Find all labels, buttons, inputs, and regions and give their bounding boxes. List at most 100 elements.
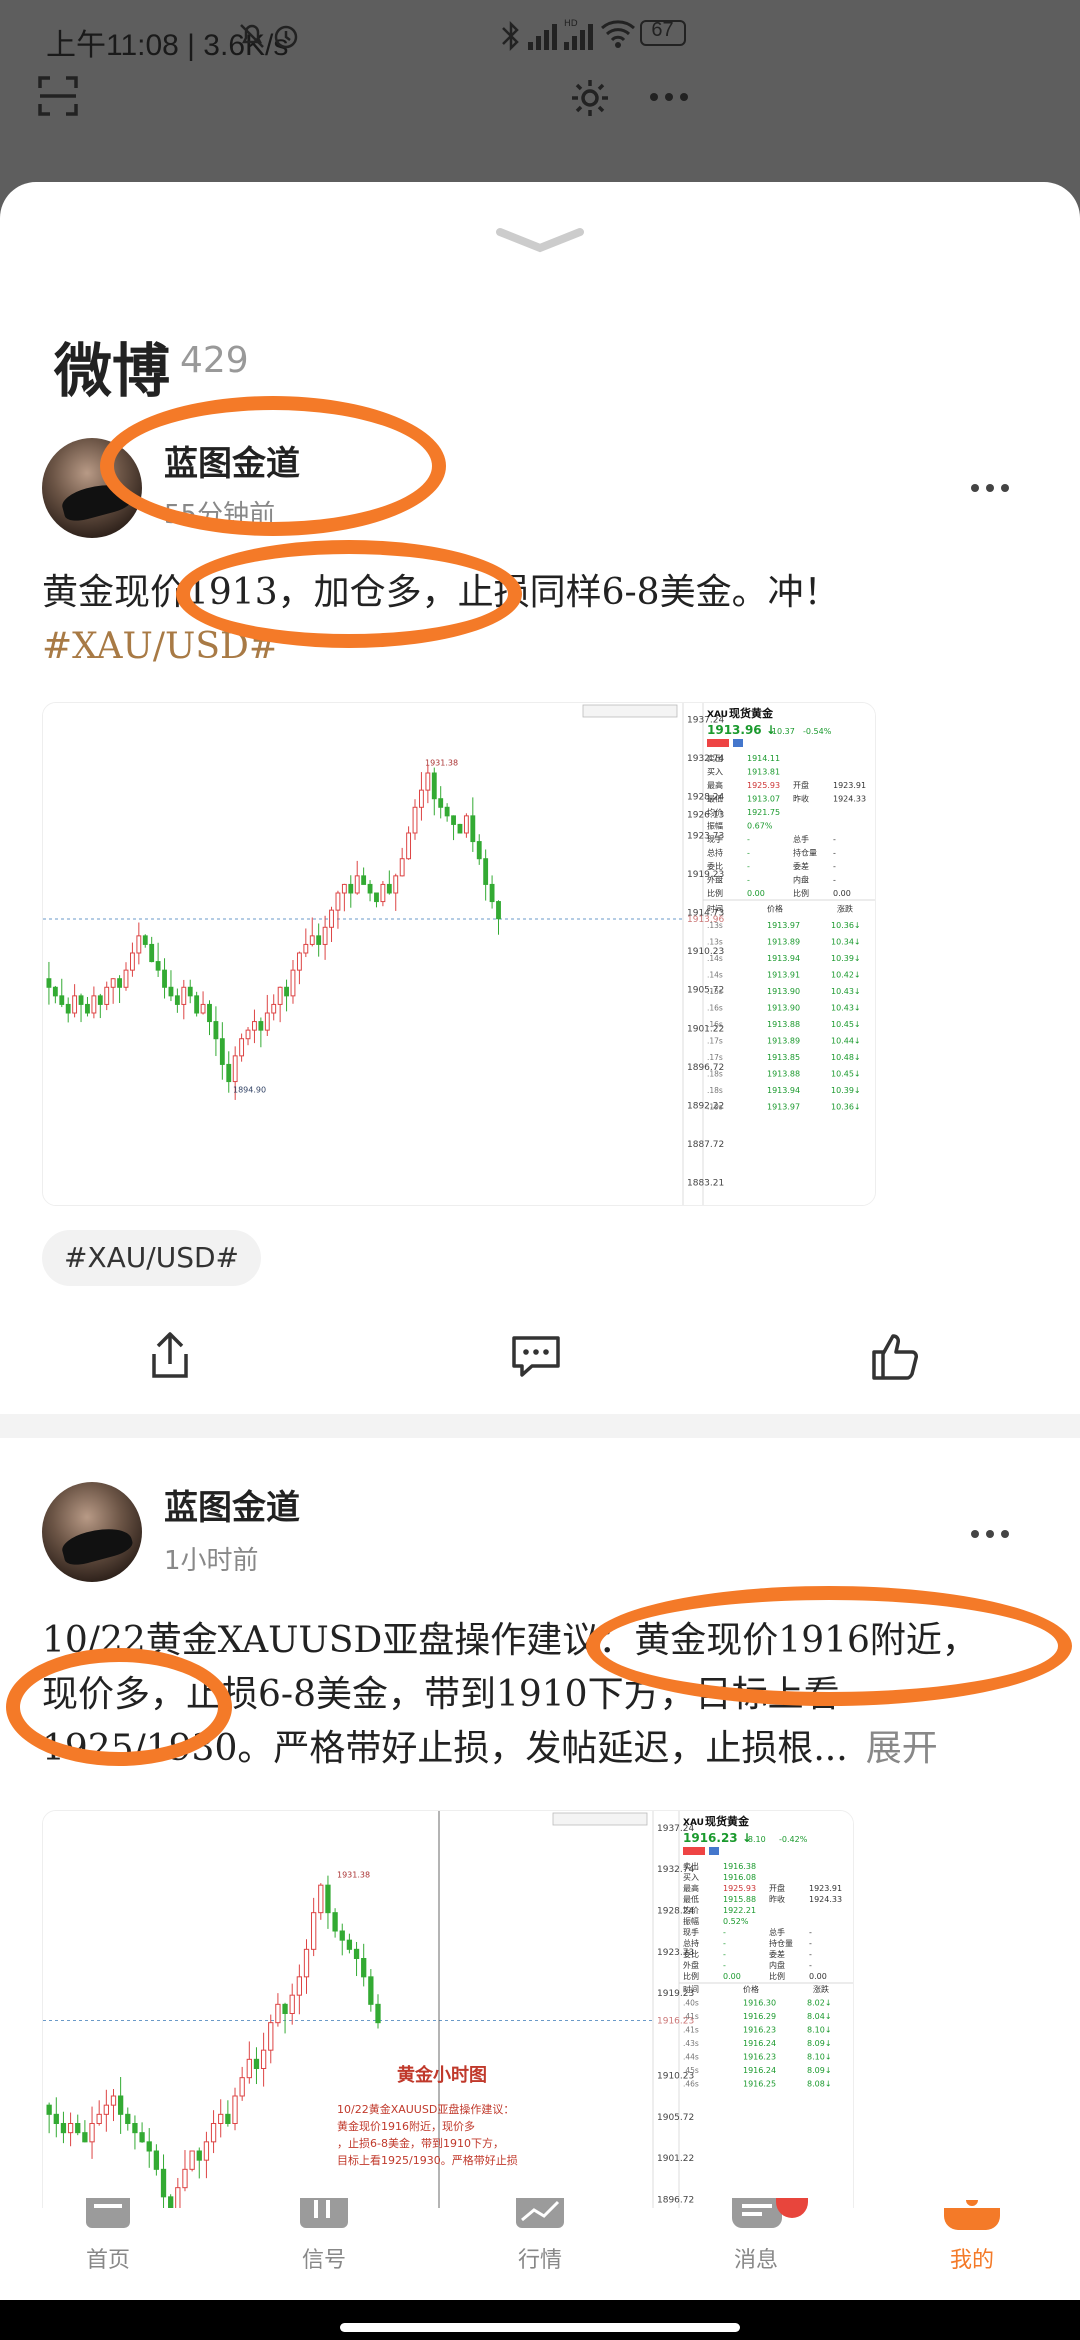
more-menu-icon[interactable] bbox=[648, 82, 690, 116]
candle-body bbox=[203, 2141, 210, 2161]
tick-change: 8.09↓ bbox=[807, 2066, 832, 2075]
tick-price: 1913.91 bbox=[767, 971, 800, 980]
price-change: -8.10 bbox=[745, 1835, 766, 1844]
post-chart-image[interactable]: 1937.24 1932.74 1928.24 1926.13 1923.73 1919.… bbox=[42, 702, 876, 1206]
collapse-chevron-icon[interactable] bbox=[490, 226, 590, 260]
share-button[interactable] bbox=[148, 1330, 192, 1382]
post-more-button[interactable] bbox=[970, 458, 1010, 504]
candle-body bbox=[160, 2168, 167, 2198]
quote-value: - bbox=[723, 1939, 726, 1948]
candle-body bbox=[368, 1976, 374, 2005]
tick-time: .13s bbox=[707, 921, 723, 930]
scan-icon[interactable] bbox=[38, 76, 78, 120]
author-avatar[interactable] bbox=[42, 1482, 142, 1582]
author-name[interactable]: 蓝图金道 bbox=[164, 1480, 300, 1529]
candle-body bbox=[153, 2150, 160, 2170]
tick-change: 8.02↓ bbox=[807, 1999, 832, 2008]
tick-price: 1916.24 bbox=[743, 2039, 776, 2048]
settings-gear-icon[interactable] bbox=[570, 78, 610, 122]
nav-home[interactable]: 首页 bbox=[48, 2198, 168, 2300]
quote-label: 现手 bbox=[707, 834, 723, 844]
post-more-button[interactable] bbox=[970, 1504, 1010, 1550]
candle-body bbox=[264, 1012, 270, 1031]
candle-body bbox=[82, 2132, 88, 2143]
nav-signal[interactable]: 信号 bbox=[264, 2198, 384, 2300]
candle-body bbox=[187, 986, 193, 997]
tick-time: .44s bbox=[683, 2053, 699, 2062]
annotation-circle bbox=[176, 540, 522, 648]
expand-link[interactable]: 展开 bbox=[866, 1728, 938, 1769]
message-icon bbox=[732, 2198, 782, 2228]
candle-body bbox=[496, 901, 501, 920]
tick-time: .16s bbox=[707, 1020, 723, 1029]
candle-body bbox=[438, 798, 444, 808]
candle-body bbox=[91, 995, 97, 1014]
candle-body bbox=[117, 2095, 124, 2115]
candle-body bbox=[290, 969, 296, 997]
annotation-circle bbox=[586, 1586, 1072, 1706]
candle-body bbox=[136, 935, 142, 954]
tick-price: 1913.94 bbox=[767, 1086, 800, 1095]
candle-body bbox=[316, 935, 322, 945]
tick-time: .14s bbox=[707, 954, 723, 963]
tick-price: 1913.88 bbox=[767, 1070, 800, 1079]
candle-body bbox=[289, 1994, 295, 2015]
post-chart-image[interactable]: 1937.24 1932.74 1928.24 1923.73 1919.23 1916.… bbox=[42, 1810, 854, 2230]
candle-body bbox=[483, 858, 489, 885]
candle-body bbox=[399, 858, 405, 877]
quote-value: - bbox=[809, 1928, 812, 1937]
quote-value: - bbox=[747, 849, 750, 858]
battery-icon: 67 bbox=[640, 19, 686, 46]
signal-strength-icon: HD bbox=[526, 18, 596, 58]
annotation-circle bbox=[6, 1648, 232, 1766]
candle-body bbox=[110, 978, 116, 988]
candle-body bbox=[200, 1003, 206, 1014]
tick-time: .13s bbox=[707, 938, 723, 947]
tick-time: .17s bbox=[707, 1037, 723, 1046]
quote-label: 卖出 bbox=[683, 1861, 699, 1871]
candle-body bbox=[406, 832, 412, 860]
candle-body bbox=[194, 995, 200, 1014]
candle-body bbox=[239, 1038, 245, 1057]
candle-body bbox=[457, 823, 463, 834]
candle-body bbox=[142, 935, 148, 945]
candle-body bbox=[168, 986, 174, 997]
quote-label: 外盘 bbox=[683, 1960, 699, 1970]
candle-body bbox=[444, 806, 450, 817]
mute-icon bbox=[236, 20, 268, 56]
comment-button[interactable] bbox=[510, 1332, 562, 1380]
home-indicator[interactable] bbox=[340, 2323, 740, 2332]
candle-body bbox=[318, 1884, 324, 1914]
tick-change: 10.48↓ bbox=[831, 1053, 861, 1062]
candle-body bbox=[117, 978, 123, 988]
nav-market[interactable]: 行情 bbox=[480, 2198, 600, 2300]
nav-profile[interactable]: 我的 bbox=[912, 2200, 1032, 2300]
quote-label: 持仓量 bbox=[793, 848, 817, 858]
quote-value: - bbox=[809, 1939, 812, 1948]
quote-label: 卖出 bbox=[707, 753, 723, 763]
candle-body bbox=[419, 789, 424, 808]
candle-body bbox=[329, 909, 334, 928]
quote-label: 均价 bbox=[707, 807, 723, 817]
annotation-circle bbox=[100, 396, 446, 536]
like-button[interactable] bbox=[870, 1330, 922, 1382]
candle-body bbox=[367, 883, 373, 894]
candle-body bbox=[361, 1958, 367, 1978]
quote-value: - bbox=[747, 876, 750, 885]
quote-value: 1916.08 bbox=[723, 1873, 756, 1882]
nav-label: 首页 bbox=[85, 2248, 130, 2273]
hashtag-chip[interactable]: #XAU/USD# bbox=[42, 1230, 262, 1286]
instrument-name: 现货黄金 bbox=[729, 706, 774, 720]
quote-value: 1923.91 bbox=[833, 781, 866, 790]
candle-body bbox=[182, 2168, 188, 2189]
candle-body bbox=[303, 943, 309, 954]
candle-body bbox=[348, 883, 354, 894]
candle-body bbox=[89, 2123, 95, 2143]
overlay-text-line: 目标上看1925/1930。严格带好止损 bbox=[337, 2153, 518, 2167]
nav-message[interactable]: 消息 bbox=[696, 2198, 816, 2300]
overlay-text-line: 10/22黄金XAUUSD亚盘操作建议： bbox=[337, 2102, 514, 2116]
tick-time: .43s bbox=[683, 2039, 699, 2048]
candle-body bbox=[489, 883, 495, 903]
candle-body bbox=[296, 952, 302, 971]
candle-body bbox=[451, 815, 456, 825]
